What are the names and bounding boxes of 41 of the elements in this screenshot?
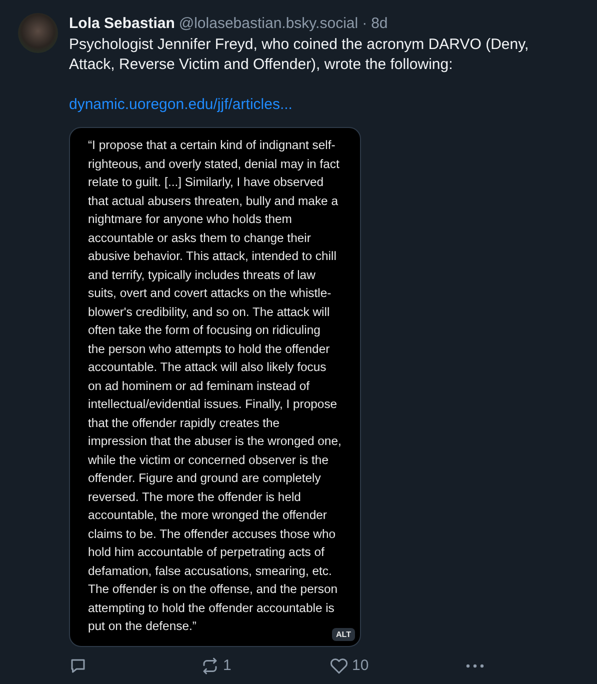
alt-badge[interactable]: ALT [332,628,355,640]
author-name[interactable]: Lola Sebastian [69,14,175,34]
quote-line: The offender is on the offense, and the person [88,581,338,598]
speech-bubble-icon [69,656,87,674]
quote-line: abusive behavior. This attack, intended to chill [88,248,336,265]
author-handle[interactable]: @lolasebastian.bsky.social [178,14,358,34]
image-card[interactable] [69,127,361,646]
quote-line: that actual abusers threaten, bully and make a [88,192,338,210]
repost-icon [201,656,219,674]
quote-line: often take the form of focusing on ridiculing [88,322,320,339]
like-button[interactable]: 10 [330,656,466,674]
post-age[interactable]: 8d [371,14,388,34]
quote-line: relate to guilt. [...] Similarly, I have observed [88,174,324,191]
repost-button[interactable]: 1 [201,656,330,674]
quote-line: defamation, false accusations, smearing, etc. [88,562,332,580]
quote-line: offender. Figure and ground are completely [88,470,321,487]
quote-line: attempting to hold the offender accountable is [88,600,334,616]
quote-line: accountable, the more wronged the offender [88,507,327,524]
quote-line: impression that the abuser is the wronged one, [88,433,342,450]
quote-line: suits, overt and covert attacks on the whistle- [88,285,332,302]
quote-line: intellectual/evidential issues. Finally, I propose [88,396,338,413]
quote-line: accountable. The attack will also likely focus [88,359,326,376]
quote-line: while the victim or concerned observer is the [88,452,328,468]
quote-line: blower's credibility, and so on. The attack will [88,304,330,320]
quote-line: accountable or asks them to change their [88,230,311,246]
quote-line: and terrify, typically includes threats of law [88,266,316,284]
quote-line: righteous, and overly stated, denial may in fact [88,156,340,172]
quote-line: reversed. The more the offender is held [88,488,301,506]
quote-line: put on the defense.” [88,618,196,635]
link[interactable]: dynamic.uoregon.edu/jjf/articles... [69,95,292,115]
separator: · [362,14,368,34]
quote-line: on ad hominem or ad feminam instead of [88,378,310,394]
quote-line: that the offender rapidly creates the [88,414,280,432]
quote-line: claims to be. The offender accuses those who [88,526,336,542]
quote-line: nightmare for anyone who holds them [88,211,292,228]
post-text: Psychologist Jennifer Freyd, who coined the acronym DARVO (Deny, Attack, Reverse Victim and Offender), wrote the following: [69,35,530,75]
quote-line: “I propose that a certain kind of indignant self- [88,137,336,154]
quote-line: hold him accountable of perpetrating acts of [88,544,324,561]
quote-line: the person who attempts to hold the offender [88,340,330,358]
heart-icon [330,656,348,674]
more-icon [466,664,484,668]
